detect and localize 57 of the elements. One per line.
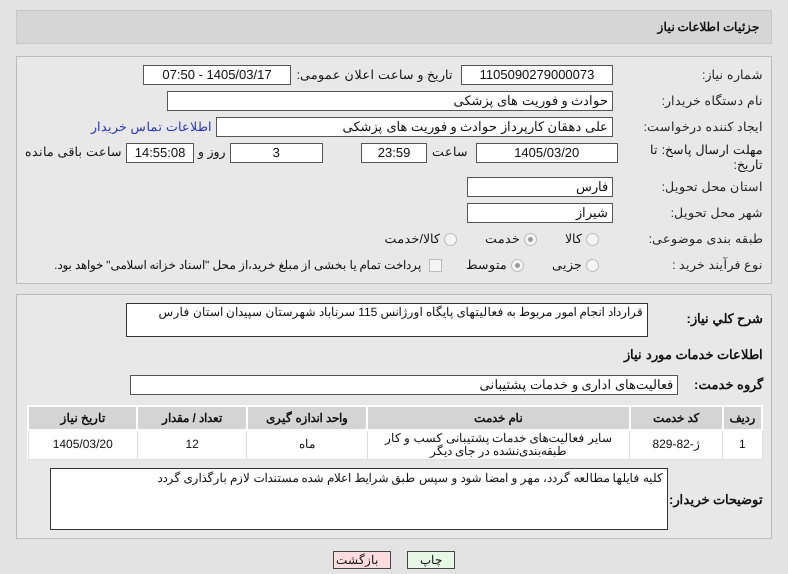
column-header: تاریخ نیاز — [28, 406, 138, 430]
field-label: روز و — [196, 144, 227, 161]
checkbox-label: پرداخت تمام یا بخشی از مبلغ خرید،از محل "اسناد خزانه اسلامی" خواهد بود. — [54, 257, 421, 274]
deadline-time-field: 23:59 — [360, 143, 428, 163]
column-header: واحد اندازه گیری — [246, 406, 368, 430]
field-label: طبقه بندی موضوعی: — [648, 230, 763, 248]
column-header: ردیف — [722, 406, 762, 430]
field-label: مهلت ارسال پاسخ: تا تاریخ: — [649, 143, 763, 173]
checkbox[interactable] — [429, 258, 442, 272]
field-label: شهر محل تحویل: — [670, 204, 763, 222]
column-header: کد خدمت — [630, 406, 723, 430]
announce-date-field: 1405/03/17 - 07:50 — [143, 65, 291, 85]
table-cell: ماه — [246, 430, 368, 460]
need-number-field: 1105090279000073 — [461, 65, 613, 85]
field-label: نوع فرآیند خرید : — [671, 256, 763, 274]
section-title: اطلاعات خدمات مورد نیاز — [622, 346, 763, 364]
field-label: ساعت باقی مانده — [25, 144, 123, 161]
radio-button[interactable] — [511, 258, 524, 272]
radio-button[interactable] — [444, 232, 457, 246]
days-field: 3 — [230, 143, 323, 163]
field-label: ایجاد کننده درخواست: — [642, 118, 763, 136]
table-cell: 1 — [722, 430, 762, 460]
buyer-org-field: حوادث و فوریت های پزشکی — [167, 91, 613, 111]
radio-button[interactable] — [586, 232, 599, 246]
deadline-date-field: 1405/03/20 — [476, 143, 618, 163]
city-field: شیراز — [467, 203, 613, 223]
radio-button[interactable] — [586, 258, 599, 272]
contact-link[interactable]: اطلاعات تماس خریدار — [91, 118, 212, 136]
description-textarea[interactable]: قرارداد انجام امور مربوط به فعالیتهای پایگاه اورژانس 115 سرناباد شهرستان سپیدان استان فارس — [126, 303, 648, 337]
requester-field: علی دهقان کارپرداز حوادث و فوریت های پزشکی — [216, 117, 613, 137]
notes-textarea[interactable]: کلیه فایلها مطالعه گردد، مهر و امضا شود و سپس طبق شرایط اعلام شده مستندات لازم بارگذاری گردد — [50, 468, 668, 530]
table-cell: ژ-82-829 — [630, 430, 723, 460]
field-label: شرح کلي نياز: — [685, 310, 763, 328]
field-label: توضیحات خریدار: — [668, 491, 763, 510]
service-group-field: فعالیت‌های اداری و خدمات پشتیبانی — [130, 374, 678, 394]
radio-label: جزیی — [552, 256, 582, 274]
remaining-time-field: 14:55:08 — [126, 143, 194, 163]
column-header: نام خدمت — [367, 406, 630, 430]
radio-label: کالا — [565, 230, 582, 248]
print-button[interactable]: چاپ — [407, 551, 455, 569]
province-field: فارس — [467, 177, 613, 197]
field-label: گروه خدمت: — [693, 376, 763, 394]
radio-button[interactable] — [524, 232, 537, 246]
page-title: جزئیات اطلاعات نیاز — [657, 19, 759, 36]
field-label: نام دستگاه خریدار: — [660, 92, 763, 110]
radio-label: خدمت — [485, 230, 520, 248]
radio-label: متوسط — [466, 256, 507, 274]
table-cell: سایر فعالیت‌های خدمات پشتیبانی کسب و کار طبقه‌بندی‌نشده در جای دیگر — [367, 430, 630, 460]
column-header: تعداد / مقدار — [137, 406, 247, 430]
field-label: استان محل تحویل: — [660, 178, 763, 196]
field-label: شماره نیاز: — [701, 66, 763, 84]
radio-label: کالا/خدمت — [384, 230, 440, 248]
field-label: تاریخ و ساعت اعلان عمومی: — [296, 66, 453, 84]
back-button[interactable]: بازگشت — [333, 551, 391, 569]
field-label: ساعت — [430, 144, 469, 161]
table-cell: 1405/03/20 — [28, 430, 138, 460]
table-cell: 12 — [137, 430, 247, 460]
